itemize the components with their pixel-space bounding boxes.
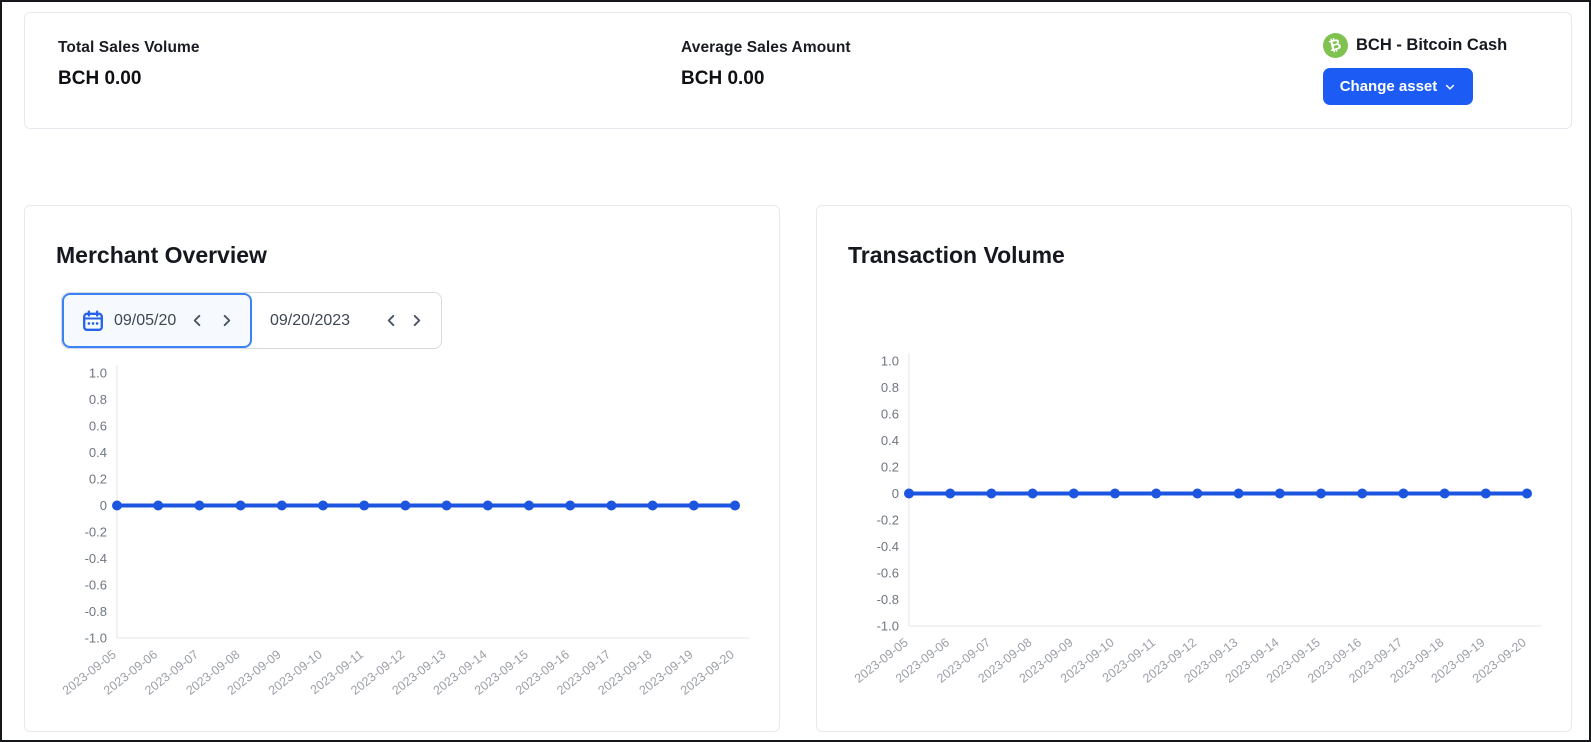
transaction-volume-card: Transaction Volume 1.0 0.8 0.6 0.4 0.2 0 -0.2 -… (816, 205, 1572, 732)
asset-label: BCH - Bitcoin Cash (1356, 36, 1507, 55)
chevron-down-icon (1444, 81, 1456, 93)
summary-bar: Total Sales Volume BCH 0.00 Average Sale… (24, 12, 1572, 129)
start-date-value: 09/05/20 (114, 312, 176, 330)
start-date-next-button[interactable] (217, 311, 236, 330)
start-date-field[interactable]: 09/05/20 (62, 293, 252, 348)
end-date-next-button[interactable] (407, 311, 426, 330)
asset-row: ₿ BCH - Bitcoin Cash (1323, 31, 1563, 59)
end-date-value: 09/20/2023 (270, 312, 350, 330)
svg-text:0.6: 0.6 (89, 419, 107, 434)
svg-text:1.0: 1.0 (881, 354, 899, 369)
end-date-prev-button[interactable] (382, 311, 401, 330)
bitcoin-glyph: ₿ (1328, 36, 1343, 54)
svg-text:0: 0 (100, 498, 107, 513)
svg-text:-0.4: -0.4 (877, 539, 899, 554)
svg-text:-0.8: -0.8 (85, 604, 107, 619)
dashboard: { "summary_bar": { "stats": [ { "label":… (0, 0, 1591, 742)
chevron-left-icon (190, 313, 205, 328)
svg-text:-0.6: -0.6 (877, 566, 899, 581)
stat-value: BCH 0.00 (58, 68, 200, 90)
chevron-right-icon (219, 313, 234, 328)
merchant-overview-title: Merchant Overview (56, 242, 267, 269)
change-asset-button[interactable]: Change asset (1323, 68, 1473, 105)
stat-label: Total Sales Volume (58, 39, 200, 57)
chevron-right-icon (409, 313, 424, 328)
chevron-left-icon (384, 313, 399, 328)
merchant-overview-card: Merchant Overview 09/05/20 09/20/2023 (24, 205, 780, 732)
svg-text:0.2: 0.2 (881, 460, 899, 475)
svg-text:0.8: 0.8 (89, 392, 107, 407)
svg-text:-0.8: -0.8 (877, 592, 899, 607)
svg-text:-1.0: -1.0 (877, 619, 899, 634)
svg-text:-0.6: -0.6 (85, 578, 107, 593)
stat-label: Average Sales Amount (681, 39, 851, 57)
stat-total-sales-volume: Total Sales Volume BCH 0.00 (58, 39, 200, 90)
transaction-volume-chart: 1.00.80.60.40.20-0.2-0.4-0.6-0.8-1.02023… (837, 336, 1557, 716)
change-asset-label: Change asset (1340, 78, 1438, 95)
svg-text:0: 0 (892, 486, 899, 501)
bch-coin-icon: ₿ (1323, 33, 1348, 58)
date-range-picker: 09/05/20 09/20/2023 (61, 292, 442, 349)
calendar-icon (82, 310, 104, 332)
asset-selector: ₿ BCH - Bitcoin Cash Change asset (1323, 31, 1563, 105)
svg-text:1.0: 1.0 (89, 366, 107, 381)
svg-text:-0.4: -0.4 (85, 551, 107, 566)
svg-text:0.8: 0.8 (881, 380, 899, 395)
svg-text:0.6: 0.6 (881, 407, 899, 422)
end-date-field[interactable]: 09/20/2023 (252, 293, 443, 348)
svg-text:0.4: 0.4 (89, 445, 107, 460)
stat-value: BCH 0.00 (681, 68, 851, 90)
svg-text:-0.2: -0.2 (85, 525, 107, 540)
svg-text:-0.2: -0.2 (877, 513, 899, 528)
svg-text:0.4: 0.4 (881, 433, 899, 448)
start-date-prev-button[interactable] (188, 311, 207, 330)
svg-text:-1.0: -1.0 (85, 631, 107, 646)
svg-text:0.2: 0.2 (89, 472, 107, 487)
transaction-volume-title: Transaction Volume (848, 242, 1065, 269)
stat-average-sales-amount: Average Sales Amount BCH 0.00 (681, 39, 851, 90)
merchant-overview-chart: 1.00.80.60.40.20-0.2-0.4-0.6-0.8-1.02023… (45, 348, 765, 728)
